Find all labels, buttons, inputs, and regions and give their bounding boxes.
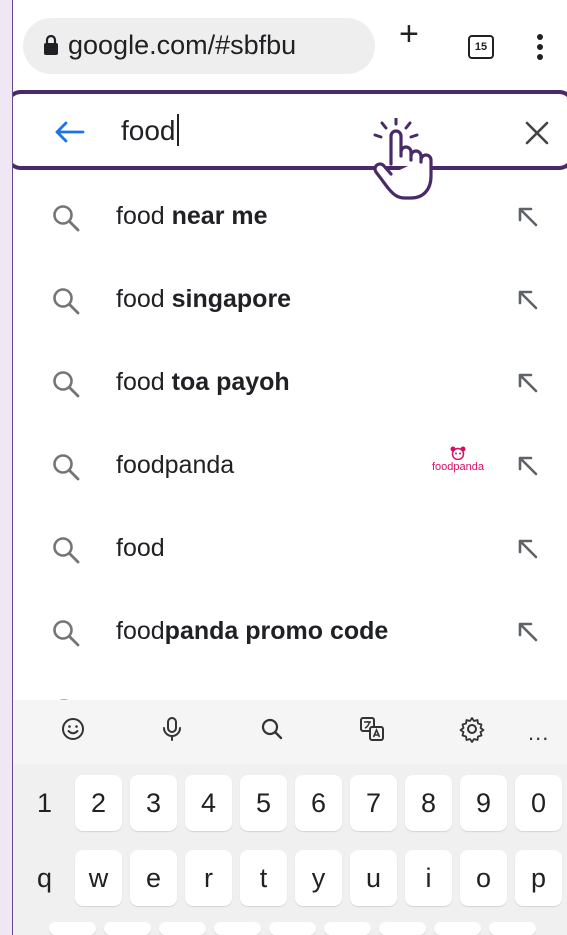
phone-screen: google.com/#sbfbu + 15 food food near me — [12, 0, 567, 935]
search-icon — [53, 620, 80, 647]
suggestion-text: food — [116, 534, 165, 562]
key-9[interactable]: 9 — [460, 775, 507, 831]
suggestion-item[interactable]: food — [13, 507, 567, 590]
emoji-button[interactable] — [51, 714, 95, 750]
key-q[interactable]: q — [21, 850, 68, 906]
key-6[interactable]: 6 — [295, 775, 342, 831]
key-u[interactable]: u — [350, 850, 397, 906]
key-k[interactable] — [434, 922, 481, 935]
fill-query-arrow-icon[interactable] — [516, 288, 540, 312]
key-j[interactable] — [379, 922, 426, 935]
suggestion-text: foodpanda — [116, 451, 235, 479]
fill-query-arrow-icon[interactable] — [516, 454, 540, 478]
suggestion-item[interactable]: food singapore — [13, 258, 567, 341]
emoji-icon — [62, 718, 84, 740]
settings-button[interactable] — [450, 714, 494, 750]
key-f[interactable] — [214, 922, 261, 935]
keyboard: ... 1 2 3 4 5 6 7 8 9 0 q w e r t y u i … — [13, 700, 567, 935]
key-2[interactable]: 2 — [75, 775, 122, 831]
tab-switcher-button[interactable]: 15 — [468, 35, 494, 59]
key-8[interactable]: 8 — [405, 775, 452, 831]
translate-button[interactable] — [350, 714, 394, 750]
foodpanda-logo: foodpanda — [425, 446, 491, 486]
keyboard-toolbar: ... — [13, 700, 567, 764]
key-7[interactable]: 7 — [350, 775, 397, 831]
key-g[interactable] — [269, 922, 316, 935]
key-l[interactable] — [489, 922, 536, 935]
foodpanda-logo-text: foodpanda — [432, 461, 484, 473]
clear-icon[interactable] — [524, 120, 550, 146]
search-icon — [53, 205, 80, 232]
key-i[interactable]: i — [405, 850, 452, 906]
fill-query-arrow-icon[interactable] — [516, 371, 540, 395]
search-icon — [53, 371, 80, 398]
translate-icon — [360, 717, 384, 741]
key-4[interactable]: 4 — [185, 775, 232, 831]
suggestion-text: food toa payoh — [116, 368, 290, 396]
url-text: google.com/#sbfbu — [68, 30, 297, 60]
key-s[interactable] — [104, 922, 151, 935]
fill-query-arrow-icon[interactable] — [516, 205, 540, 229]
key-w[interactable]: w — [75, 850, 122, 906]
fill-query-arrow-icon[interactable] — [516, 620, 540, 644]
key-e[interactable]: e — [130, 850, 177, 906]
key-a[interactable] — [49, 922, 96, 935]
key-o[interactable]: o — [460, 850, 507, 906]
search-icon — [53, 288, 80, 315]
lock-icon — [44, 35, 58, 55]
key-h[interactable] — [324, 922, 371, 935]
suggestion-text: foodpanda promo code — [116, 617, 389, 645]
keyboard-search-button[interactable] — [250, 714, 294, 750]
more-menu-icon[interactable] — [537, 34, 543, 64]
fill-query-arrow-icon[interactable] — [516, 537, 540, 561]
browser-toolbar: google.com/#sbfbu + 15 — [13, 0, 567, 88]
key-y[interactable]: y — [295, 850, 342, 906]
address-bar[interactable]: google.com/#sbfbu — [23, 18, 375, 74]
key-5[interactable]: 5 — [240, 775, 287, 831]
voice-input-button[interactable] — [150, 714, 194, 750]
search-icon — [261, 718, 283, 740]
key-t[interactable]: t — [240, 850, 287, 906]
key-1[interactable]: 1 — [21, 775, 68, 831]
search-field[interactable]: food — [13, 90, 567, 170]
key-p[interactable]: p — [515, 850, 562, 906]
key-d[interactable] — [159, 922, 206, 935]
key-3[interactable]: 3 — [130, 775, 177, 831]
microphone-icon — [163, 717, 181, 741]
back-arrow-icon[interactable] — [53, 120, 85, 144]
key-0[interactable]: 0 — [515, 775, 562, 831]
suggestion-item[interactable]: foodpanda foodpanda — [13, 424, 567, 507]
search-input[interactable]: food — [121, 114, 179, 147]
search-icon — [53, 454, 80, 481]
suggestion-item[interactable]: food near me — [13, 175, 567, 258]
suggestion-text: food near me — [116, 202, 268, 230]
gear-icon — [459, 717, 485, 743]
suggestion-item[interactable]: food toa payoh — [13, 341, 567, 424]
suggestion-text: food singapore — [116, 285, 292, 313]
panda-icon — [450, 446, 466, 460]
key-r[interactable]: r — [185, 850, 232, 906]
search-icon — [53, 537, 80, 564]
text-cursor — [176, 114, 179, 146]
more-tools-button[interactable]: ... — [528, 720, 549, 746]
suggestion-item[interactable]: foodpanda promo code — [13, 590, 567, 673]
new-tab-button[interactable]: + — [399, 17, 419, 51]
